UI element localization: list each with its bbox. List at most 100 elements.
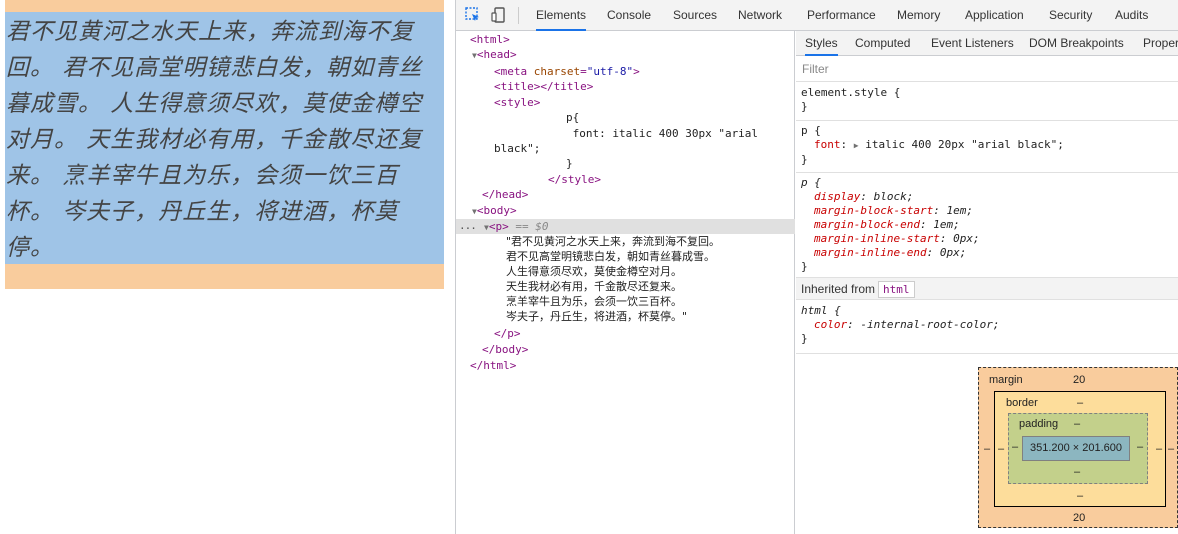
dom-node-head[interactable]: ▼<head> [472,47,517,63]
html-close-tag: </html> [470,359,517,372]
p-close-tag: </p> [494,327,521,340]
p-text-line: 烹羊宰牛且为乐，会须一饮三百杯。 [506,295,682,308]
padding-top-value[interactable]: – [1074,418,1080,430]
dom-node-style[interactable]: <style> [494,95,540,110]
property-value: block; [873,190,914,203]
property-value: 0px; [939,246,967,259]
property-value: 0px; [953,232,980,245]
head-close-tag: </head> [482,188,529,201]
property-name: display [814,190,861,203]
style-close-tag: </style> [548,173,601,186]
poem-paragraph[interactable]: 君不见黄河之水天上来，奔流到海不复回。 君不见高堂明镜悲白发，朝如青丝暮成雪。 … [6,14,443,266]
rule-close-brace: } [801,153,808,166]
tab-properties[interactable]: Proper [1143,31,1178,56]
property-name: margin-inline-start [814,232,940,245]
tab-sources[interactable]: Sources [673,0,717,31]
margin-left-value[interactable]: – [984,443,990,455]
property-name: margin-inline-end [814,246,927,259]
tab-console[interactable]: Console [607,0,651,31]
padding-bottom-value[interactable]: – [1074,466,1080,478]
rule-element-style[interactable]: element.style { } [796,83,1178,121]
p-text-line: 天生我材必有用，千金散尽还复来。 [506,280,682,293]
styles-sidebar: Styles Computed Event Listeners DOM Brea… [796,31,1178,534]
page-viewport: 君不见黄河之水天上来，奔流到海不复回。 君不见高堂明镜悲白发，朝如青丝暮成雪。 … [0,0,455,534]
p-text-line: "君不见黄河之水天上来，奔流到海不复回。 [506,235,721,248]
property-name[interactable]: font [814,138,841,151]
tab-computed[interactable]: Computed [855,31,910,56]
rule-author-p[interactable]: p { font: ▶ italic 400 20px "arial black… [796,121,1178,173]
node-actions-ellipsis[interactable]: ... [459,219,477,232]
property-name: margin-block-end [814,218,920,231]
padding-left-value[interactable]: – [1012,441,1018,453]
style-open-tag: <style> [494,96,541,109]
dom-node-title[interactable]: <title></title> [494,79,593,94]
selected-node-marker: == $0 [515,220,549,233]
dom-node-body[interactable]: ▼<body> [472,203,517,219]
p-text-line: 人生得意须尽欢，莫使金樽空对月。 [506,265,682,278]
tab-performance[interactable]: Performance [807,0,876,31]
border-right-value[interactable]: – [1156,443,1162,455]
tab-styles[interactable]: Styles [805,31,838,56]
margin-label: margin [989,374,1023,386]
tab-network[interactable]: Network [738,0,782,31]
tab-elements[interactable]: Elements [536,0,587,31]
dom-node-p[interactable]: ▼<p> == $0 [484,219,548,235]
property-value: -internal-root-color; [860,318,1000,331]
box-model-content-size[interactable]: 351.200 × 201.600 [1022,436,1130,461]
devtools-toolbar: Elements Console Sources Network Perform… [456,0,1178,31]
property-name: color [814,318,848,331]
body-open-tag: <body> [476,204,517,217]
dom-node-head-close[interactable]: </head> [482,187,528,202]
tab-dom-breakpoints[interactable]: DOM Breakpoints [1029,31,1124,56]
rule-user-agent-html[interactable]: html { color: -internal-root-color; } [796,301,1178,354]
border-bottom-value[interactable]: – [1077,490,1083,502]
p-text-line: 岑夫子，丹丘生，将进酒，杯莫停。" [506,310,688,323]
dom-node-p-close[interactable]: </p> [494,326,521,341]
title-close-tag: </title> [540,80,594,93]
tab-audits[interactable]: Audits [1115,0,1148,31]
inherited-node-link[interactable]: html [878,281,915,298]
tab-event-listeners[interactable]: Event Listeners [931,31,1014,56]
rule-selector: element.style { [801,86,901,99]
border-top-value[interactable]: – [1077,397,1083,409]
inherited-from-header: Inherited from html [796,278,1178,300]
rule-close-brace: } [801,260,808,273]
margin-right-value[interactable]: – [1168,443,1174,455]
device-toolbar-icon[interactable] [490,6,508,24]
margin-bottom-value[interactable]: 20 [1073,512,1085,524]
elements-tree: ... <html> ▼<head> <meta charset="utf-8"… [456,31,795,534]
dom-node-html[interactable]: <html> [470,32,510,47]
inspect-element-icon[interactable] [464,6,482,24]
dom-node-style-close[interactable]: </style> [548,172,601,187]
rule-selector: html { [801,304,841,317]
property-value: 1em; [933,218,960,231]
dom-node-body-close[interactable]: </body> [482,342,528,357]
style-css-line: black"; [494,142,541,155]
box-model-margin[interactable]: margin 20 20 – – border – – – – padding … [978,367,1178,528]
meta-tag-name: meta [500,65,528,78]
box-model-border[interactable]: border – – – – padding – – – – 351.200 ×… [994,391,1166,507]
margin-top-value[interactable]: 20 [1073,374,1085,386]
box-model-padding[interactable]: padding – – – – 351.200 × 201.600 [1008,413,1148,484]
tab-application[interactable]: Application [965,0,1024,31]
head-open-tag: <head> [476,48,517,61]
toolbar-divider [518,7,519,24]
rule-close-brace: } [801,332,808,345]
tab-memory[interactable]: Memory [897,0,940,31]
styles-filter-input[interactable] [796,57,1178,82]
devtools-window: Elements Console Sources Network Perform… [455,0,1178,534]
dom-node-html-close[interactable]: </html> [470,358,516,373]
inherited-label: Inherited from [801,282,876,296]
p-open-tag: <p> [488,220,509,233]
dom-node-meta[interactable]: <meta charset="utf-8"> [494,64,640,79]
tab-security[interactable]: Security [1049,0,1092,31]
rule-user-agent-p[interactable]: p { display: block; margin-block-start: … [796,173,1178,278]
sidebar-tabs: Styles Computed Event Listeners DOM Brea… [796,31,1178,56]
meta-attr-name: charset [533,65,581,78]
body-close-tag: </body> [482,343,529,356]
property-value[interactable]: italic 400 20px "arial black"; [865,138,1064,151]
style-css-line: font: italic 400 30px "arial [566,127,759,140]
rule-close-brace: } [801,100,808,113]
padding-right-value[interactable]: – [1137,441,1143,453]
border-left-value[interactable]: – [998,443,1004,455]
